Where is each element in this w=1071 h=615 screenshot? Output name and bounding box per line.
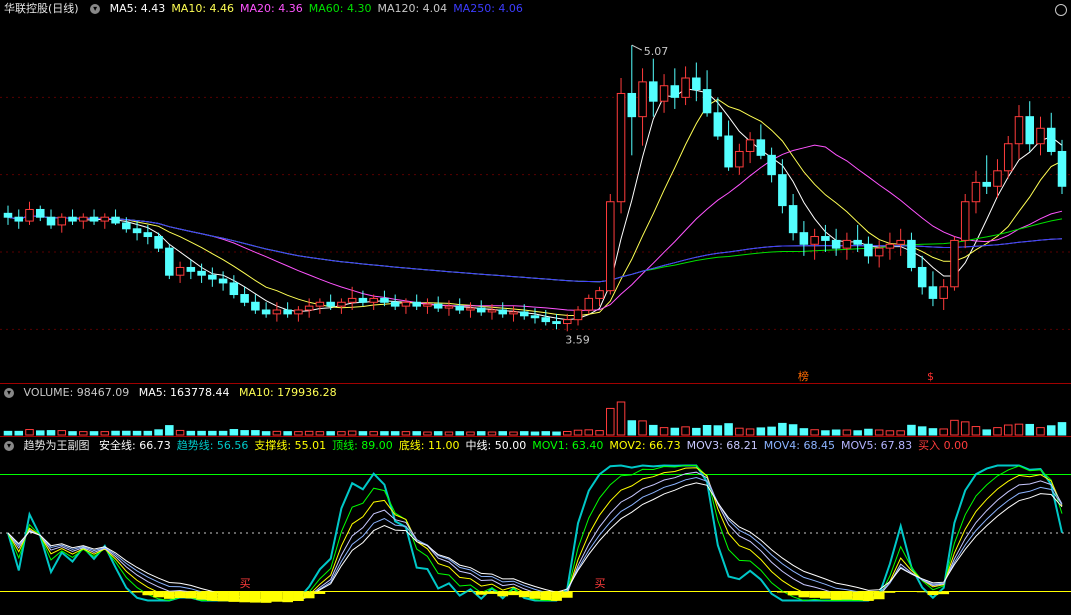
low-zone-fill-27 [293,591,304,602]
low-zone-fill-17 [185,591,197,599]
low-zone-fill-82 [884,591,896,593]
low-zone-fill-12 [131,591,143,593]
low-zone-fill-13 [142,591,154,596]
low-zone-fill-75 [809,591,821,598]
low-zone-fill-22 [239,591,250,603]
low-zone-fill-24 [260,591,272,603]
low-zone-fill-77 [830,591,842,600]
low-zone-fill-44 [475,591,487,595]
low-zone-fill-26 [282,591,294,603]
low-zone-fill-80 [863,591,874,601]
low-zone-fill-48 [518,591,530,598]
low-zone-fill-78 [841,591,853,600]
low-zone-fill-29 [314,591,326,594]
low-zone-fill-15 [163,591,175,599]
low-zone-fill-23 [249,591,261,603]
low-zone-fill-51 [551,591,562,601]
low-zone-fill-50 [540,591,552,600]
low-zone-fill-25 [271,591,283,602]
low-zone-fill-49 [529,591,541,599]
low-zone-fill-74 [798,591,810,598]
low-zone-fill-72 [776,591,788,593]
low-zone-fill-20 [217,591,229,602]
low-zone-fill-45 [486,591,498,594]
low-zone-fill-14 [153,591,164,598]
low-zone-fill-86 [927,591,939,596]
low-zone-fill-73 [787,591,799,596]
low-zone-fill-16 [174,591,186,599]
low-zone-fill-46 [497,591,509,597]
low-zone-fill-79 [852,591,864,601]
buy-marker-1: 买 [595,577,606,590]
low-zone-fill-28 [303,591,315,599]
low-zone-fill-81 [873,591,885,600]
low-zone-fill-47 [508,591,519,596]
indicator-chart: 买买买 [0,464,1071,603]
low-zone-fill-52 [561,591,573,598]
low-zone-fill-21 [228,591,240,602]
low-zone-fill-76 [820,591,831,599]
indicator-line-2 [7,467,1063,602]
buy-marker-0: 买 [240,577,251,590]
low-zone-fill-87 [938,591,950,595]
low-zone-fill-19 [206,591,218,601]
low-zone-fill-18 [196,591,207,600]
low-zone-fill-85 [916,591,928,593]
